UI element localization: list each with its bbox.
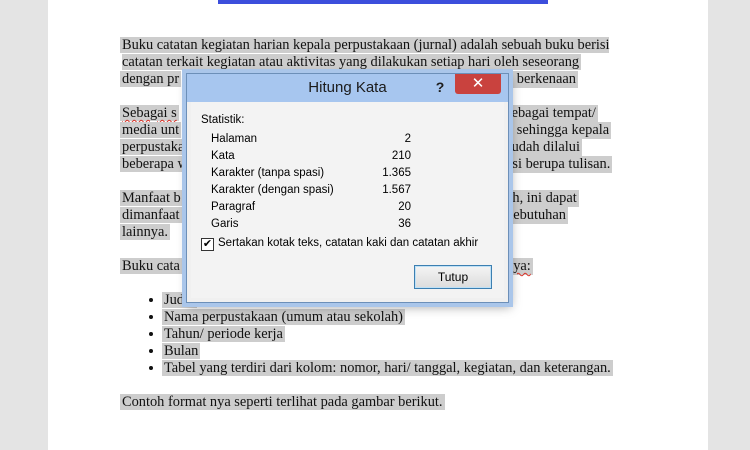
- dialog-titlebar[interactable]: Hitung Kata ? ✕: [187, 74, 508, 102]
- canvas-right-margin: [708, 0, 750, 450]
- list-item: Bulan: [164, 343, 652, 360]
- paragraph-2-right-3: sudah dilalui: [506, 139, 580, 156]
- paragraph-2-right-4: asi berupa tulisan.: [506, 156, 611, 173]
- include-textbox-checkbox[interactable]: ✔: [201, 238, 214, 251]
- paragraph-2-left-3: perpustaka: [122, 139, 185, 155]
- list-item: Tabel yang terdiri dari kolom: nomor, ha…: [164, 360, 652, 377]
- include-textbox-label[interactable]: Sertakan kotak teks, catatan kaki dan ca…: [218, 237, 508, 249]
- help-button[interactable]: ?: [431, 77, 449, 97]
- stat-value: 36: [398, 218, 411, 230]
- paragraph-2-right-2: h sehingga kepala: [506, 122, 610, 139]
- paragraph-5: Contoh format nya seperti terlihat pada …: [122, 394, 652, 411]
- stat-row-chars-no-spaces: Karakter (tanpa spasi) 1.365: [211, 167, 411, 183]
- stat-name: Garis: [211, 218, 239, 230]
- stat-value: 20: [398, 201, 411, 213]
- list-item-text: Nama perpustakaan (umum atau sekolah): [164, 309, 403, 325]
- page-heading-fragment: [218, 0, 548, 4]
- paragraph-1-tail: n berkenaan: [506, 71, 576, 88]
- paragraph-4-left: Buku cata: [122, 258, 180, 274]
- requirements-list: Judul Nama perpustakaan (umum atau sekol…: [122, 292, 652, 377]
- stat-row-chars-with-spaces: Karakter (dengan spasi) 1.567: [211, 184, 411, 200]
- word-count-dialog[interactable]: Hitung Kata ? ✕ Statistik: Halaman 2 Kat…: [186, 73, 509, 303]
- stat-name: Karakter (dengan spasi): [211, 184, 334, 196]
- stat-name: Kata: [211, 150, 235, 162]
- close-button[interactable]: Tutup: [414, 265, 492, 289]
- paragraph-4-right: nya:: [506, 258, 531, 274]
- stat-value: 210: [391, 150, 411, 162]
- paragraph-2-left-4: beberapa w: [122, 156, 188, 172]
- paragraph-2-left-2: media unt: [122, 122, 180, 138]
- canvas-left-margin: [0, 0, 48, 450]
- close-icon: ✕: [471, 75, 485, 92]
- paragraph-3-right-2: kebutuhan: [506, 207, 566, 224]
- stat-row-lines: Garis 36: [211, 218, 411, 234]
- stat-value: 1.365: [382, 167, 411, 179]
- paragraph-5-text: Contoh format nya seperti terlihat pada …: [122, 394, 443, 410]
- list-item: Nama perpustakaan (umum atau sekolah): [164, 309, 652, 326]
- paragraph-3-right-1: ah, ini dapat: [506, 190, 577, 207]
- paragraph-2-start: Sebagai s: [122, 105, 177, 121]
- checkmark-icon: ✔: [202, 238, 213, 250]
- stat-name: Paragraf: [211, 201, 256, 213]
- close-window-button[interactable]: ✕: [455, 74, 501, 94]
- list-item-text: Bulan: [164, 343, 199, 359]
- stat-value: 2: [404, 133, 411, 145]
- paragraph-3-left-3: lainnya.: [122, 224, 168, 240]
- list-item-text: Tahun/ periode kerja: [164, 326, 283, 342]
- stat-name: Karakter (tanpa spasi): [211, 167, 325, 179]
- paragraph-3-left-1: Manfaat b: [122, 190, 181, 206]
- stat-row-paragraphs: Paragraf 20: [211, 201, 411, 217]
- list-item: Tahun/ periode kerja: [164, 326, 652, 343]
- paragraph-2-right-1: sebagai tempat/: [506, 105, 596, 122]
- stat-row-words: Kata 210: [211, 150, 411, 166]
- paragraph-1-text: Buku catatan kegiatan harian kepala perp…: [122, 37, 610, 70]
- paragraph-3-left-2: dimanfaat: [122, 207, 180, 223]
- list-item-text: Tabel yang terdiri dari kolom: nomor, ha…: [164, 360, 611, 376]
- paragraph-1-end: dengan pr: [122, 71, 180, 87]
- stat-name: Halaman: [211, 133, 258, 145]
- stat-value: 1.567: [382, 184, 411, 196]
- stat-row-pages: Halaman 2: [211, 133, 411, 149]
- statistics-label: Statistik:: [201, 114, 245, 126]
